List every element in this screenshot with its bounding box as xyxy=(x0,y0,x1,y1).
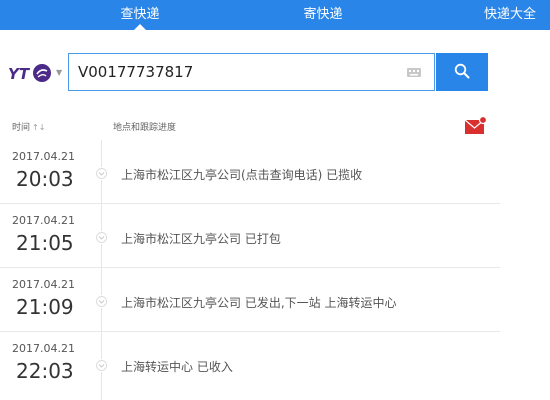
tracking-number-input[interactable] xyxy=(69,54,408,90)
search-button[interactable] xyxy=(436,53,488,91)
search-box xyxy=(68,53,435,91)
tracking-record-row: 2017.04.21 22:03 上海转运中心 已收入 xyxy=(0,332,550,396)
tracking-record-row: 2017.04.21 21:09 上海市松江区九亭公司 已发出,下一站 上海转运… xyxy=(0,268,550,332)
tracking-record-row: 2017.04.21 21:05 上海市松江区九亭公司 已打包 xyxy=(0,204,550,268)
timeline-node-icon xyxy=(95,359,108,372)
record-time: 21:05 xyxy=(16,231,74,255)
svg-text:YT: YT xyxy=(8,65,31,83)
record-description: 上海市松江区九亭公司 已发出,下一站 上海转运中心 xyxy=(121,296,397,310)
column-header-time-label: 时间 xyxy=(12,123,31,133)
record-description: 上海市松江区九亭公司 已打包 xyxy=(121,232,281,246)
tab-express-directory[interactable]: 快递大全 xyxy=(470,0,550,30)
record-time: 22:03 xyxy=(16,359,74,383)
carrier-logo: YT xyxy=(8,64,51,83)
tab-send-express[interactable]: 寄快递 xyxy=(288,0,358,30)
carrier-selector[interactable]: YT ▼ xyxy=(8,60,64,86)
tracking-record-row: 2017.04.21 20:03 上海市松江区九亭公司(点击查询电话) 已揽收 xyxy=(0,140,550,204)
record-description: 上海转运中心 已收入 xyxy=(121,360,233,374)
record-date: 2017.04.21 xyxy=(12,150,75,163)
record-time: 20:03 xyxy=(16,167,74,191)
record-date: 2017.04.21 xyxy=(12,278,75,291)
chevron-down-icon[interactable]: ▼ xyxy=(56,68,62,77)
column-header-location: 地点和跟踪进度 xyxy=(113,123,177,133)
column-header-time[interactable]: 时间 ↑↓ xyxy=(12,120,45,133)
timeline-node-icon xyxy=(95,231,108,244)
keyboard-icon[interactable] xyxy=(406,66,422,78)
record-date: 2017.04.21 xyxy=(12,214,75,227)
record-description: 上海市松江区九亭公司(点击查询电话) 已揽收 xyxy=(121,168,363,182)
search-icon xyxy=(454,63,470,79)
tab-query-express[interactable]: 查快递 xyxy=(105,0,175,30)
sort-icon[interactable]: ↑↓ xyxy=(32,123,45,132)
timeline-node-icon xyxy=(95,167,108,180)
top-nav-bar: 查快递 寄快递 快递大全 xyxy=(0,0,550,30)
record-date: 2017.04.21 xyxy=(12,342,75,355)
mail-icon[interactable] xyxy=(464,116,488,136)
record-time: 21:09 xyxy=(16,295,74,319)
timeline-node-icon xyxy=(95,295,108,308)
